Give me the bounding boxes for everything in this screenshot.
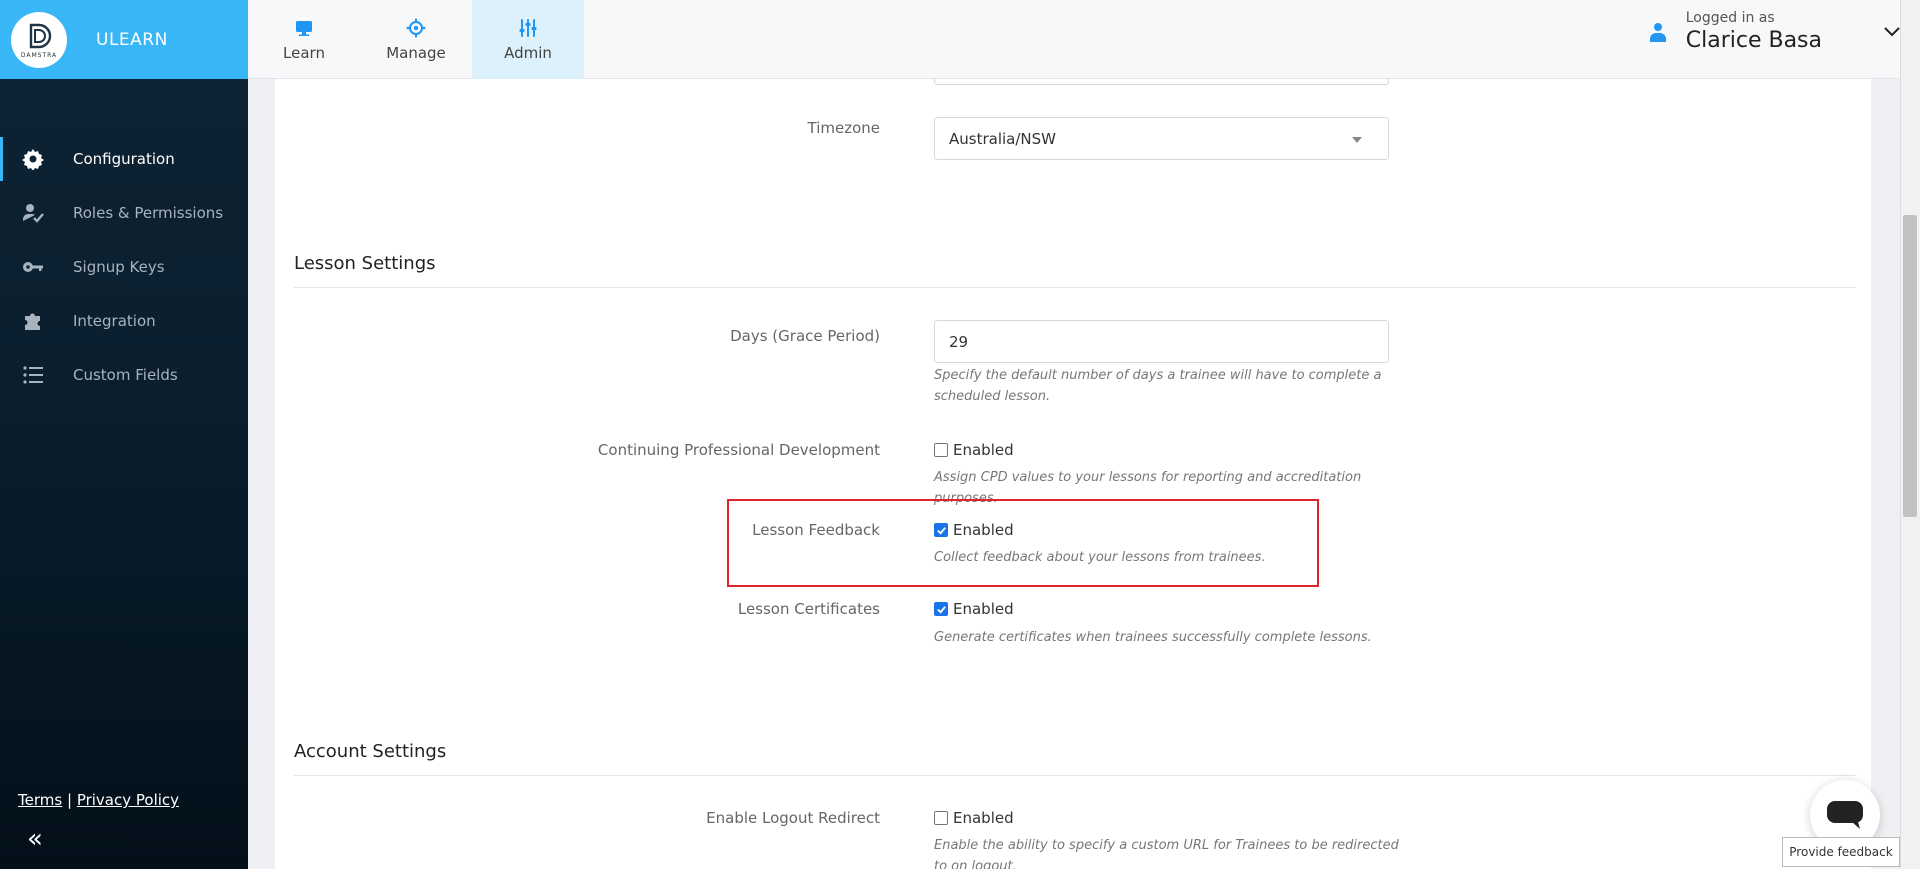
- tab-manage[interactable]: Manage: [360, 0, 472, 79]
- user-subtitle: Logged in as: [1685, 10, 1775, 26]
- grace-period-input[interactable]: 29: [934, 320, 1389, 363]
- cpd-label: Continuing Professional Development: [597, 441, 880, 459]
- lesson-settings-title: Lesson Settings: [294, 253, 436, 274]
- footer-separator: |: [66, 791, 73, 809]
- user-check-icon: [23, 204, 44, 223]
- logout-redirect-help: Enable the ability to specify a custom U…: [934, 838, 1399, 869]
- sidebar-item-label: Signup Keys: [73, 258, 165, 276]
- sidebar-item-label: Roles & Permissions: [73, 204, 224, 222]
- gear-icon: [406, 17, 426, 38]
- privacy-policy-link[interactable]: Privacy Policy: [77, 791, 179, 809]
- puzzle-icon: [25, 313, 40, 330]
- provide-feedback-button[interactable]: Provide feedback: [1782, 837, 1900, 867]
- grace-period-help: Specify the default number of days a tra…: [934, 368, 1382, 404]
- chevron-down-icon[interactable]: [1882, 22, 1902, 42]
- collapse-sidebar-button[interactable]: «: [27, 824, 43, 854]
- logout-redirect-checkbox-label: Enabled: [953, 809, 1014, 827]
- top-navigation: Learn Manage Admin Logged in as Clarice …: [248, 0, 1920, 79]
- sidebar-item-label: Integration: [73, 312, 156, 330]
- logout-redirect-label: Enable Logout Redirect: [706, 809, 880, 827]
- sidebar-item-roles-permissions[interactable]: Roles & Permissions: [0, 191, 248, 235]
- user-menu[interactable]: Logged in as Clarice Basa: [1649, 10, 1902, 53]
- cpd-checkbox-label: Enabled: [953, 441, 1014, 459]
- logout-redirect-checkbox[interactable]: Enabled: [934, 809, 1014, 827]
- key-icon: [23, 262, 43, 272]
- checkbox-checked[interactable]: [934, 602, 948, 616]
- sidebar-item-configuration[interactable]: Configuration: [0, 137, 248, 181]
- timezone-value: Australia/NSW: [949, 129, 1056, 148]
- chat-bubble-icon: [1827, 801, 1863, 829]
- tab-admin[interactable]: Admin: [472, 0, 584, 79]
- tab-manage-label: Manage: [386, 43, 446, 62]
- user-icon: [1649, 22, 1666, 42]
- sidebar-item-signup-keys[interactable]: Signup Keys: [0, 245, 248, 289]
- lesson-certificates-label: Lesson Certificates: [737, 600, 880, 618]
- timezone-label: Timezone: [807, 119, 881, 137]
- monitor-icon: [296, 20, 312, 36]
- terms-link[interactable]: Terms: [18, 791, 62, 809]
- tab-learn-label: Learn: [283, 43, 325, 62]
- sidebar-item-label: Configuration: [73, 150, 175, 168]
- lesson-certificates-checkbox[interactable]: Enabled: [934, 600, 1014, 618]
- app-name: ULEARN: [96, 29, 168, 50]
- sidebar-item-label: Custom Fields: [73, 366, 178, 384]
- section-divider: [294, 775, 1856, 776]
- user-name: Clarice Basa: [1685, 28, 1822, 53]
- main-content: Timezone Australia/NSW Lesson Settings D…: [275, 79, 1871, 869]
- checkbox-unchecked[interactable]: [934, 811, 948, 825]
- cpd-checkbox[interactable]: Enabled: [934, 441, 1014, 459]
- sidebar-item-integration[interactable]: Integration: [0, 299, 248, 343]
- list-icon: [23, 366, 43, 384]
- lesson-certificates-checkbox-label: Enabled: [953, 600, 1014, 618]
- highlight-box: [727, 499, 1319, 587]
- section-divider: [294, 287, 1856, 288]
- grace-period-label: Days (Grace Period): [730, 327, 880, 345]
- brand-bar: DAMSTRA ULEARN: [0, 0, 248, 79]
- scrollbar-thumb[interactable]: [1903, 215, 1917, 517]
- sidebar: Configuration Roles & Permissions Signup…: [0, 79, 248, 869]
- gear-icon: [22, 149, 44, 170]
- logo-text: DAMSTRA: [20, 51, 58, 59]
- tab-admin-label: Admin: [504, 43, 552, 62]
- sidebar-item-custom-fields[interactable]: Custom Fields: [0, 353, 248, 397]
- tab-learn[interactable]: Learn: [248, 0, 360, 79]
- caret-down-icon: [1352, 137, 1362, 143]
- logo-icon: [29, 23, 52, 48]
- damstra-logo[interactable]: DAMSTRA: [11, 11, 67, 68]
- sidebar-footer: Terms | Privacy Policy: [18, 791, 179, 809]
- check-icon: [936, 605, 946, 614]
- account-settings-title: Account Settings: [294, 741, 447, 762]
- sliders-icon: [519, 18, 537, 37]
- previous-field-input[interactable]: [934, 79, 1389, 85]
- checkbox-unchecked[interactable]: [934, 443, 948, 457]
- timezone-select[interactable]: Australia/NSW: [934, 117, 1389, 160]
- lesson-certificates-help: Generate certificates when trainees succ…: [934, 630, 1372, 645]
